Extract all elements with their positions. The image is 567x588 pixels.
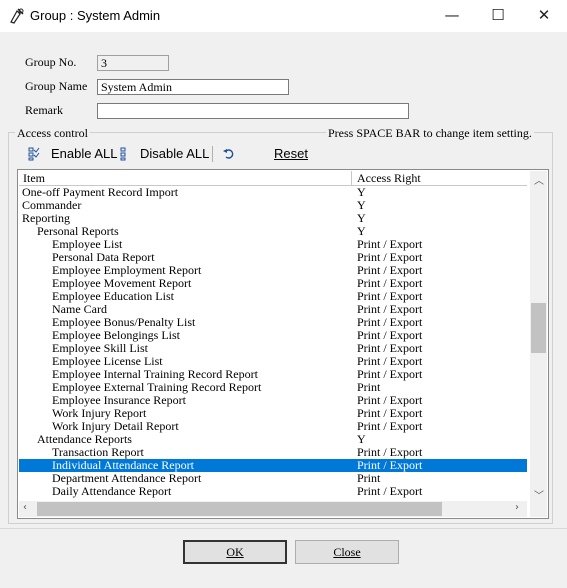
column-divider[interactable] <box>351 171 352 185</box>
enable-all-icon <box>28 147 40 161</box>
close-button[interactable]: Close <box>295 540 399 564</box>
group-name-field[interactable]: System Admin <box>97 79 289 95</box>
scroll-right-icon[interactable]: › <box>515 502 519 513</box>
scroll-left-icon[interactable]: ‹ <box>23 502 27 513</box>
scrollbar-corner <box>530 501 547 517</box>
list-row[interactable]: Daily Attendance Report Print / Export <box>19 485 527 498</box>
vertical-scrollbar[interactable]: ︿ ﹀ <box>530 171 547 502</box>
disable-all-label: Disable ALL <box>140 146 210 161</box>
column-header-item[interactable]: Item <box>23 171 45 185</box>
group-no-label: Group No. <box>25 55 77 69</box>
group-no-field[interactable]: 3 <box>97 55 169 71</box>
reset-button[interactable]: Reset <box>274 144 314 164</box>
undo-button[interactable] <box>220 144 240 164</box>
horizontal-scroll-thumb[interactable] <box>37 502 442 516</box>
minimize-button[interactable]: — <box>429 0 475 32</box>
list-header: Item Access Right <box>19 171 527 186</box>
group-name-label: Group Name <box>25 79 88 93</box>
undo-icon <box>223 149 234 159</box>
close-window-button[interactable]: ✕ <box>521 0 567 32</box>
enable-all-label: Enable ALL <box>51 146 118 161</box>
disable-all-icon <box>120 147 126 161</box>
ok-label: OK <box>226 545 244 559</box>
access-control-hint: Press SPACE BAR to change item setting. <box>326 126 534 141</box>
minimize-icon: — <box>444 6 460 24</box>
horizontal-scrollbar[interactable]: ‹ › <box>19 501 527 517</box>
toolbar-separator <box>212 146 213 162</box>
access-list[interactable]: Item Access Right One-off Payment Record… <box>17 169 549 519</box>
ok-button[interactable]: OK <box>183 540 287 564</box>
list-rows: One-off Payment Record Import Y Commander Y… <box>19 186 527 502</box>
row-access-right: Print / Export <box>357 419 423 433</box>
scroll-up-icon[interactable]: ︿ <box>534 172 544 187</box>
list-row[interactable]: One-off Payment Record Import Y <box>19 186 527 199</box>
scroll-down-icon[interactable]: ﹀ <box>534 487 544 502</box>
close-icon: ✕ <box>537 6 551 24</box>
remark-field[interactable] <box>97 103 409 119</box>
disable-all-button[interactable]: Disable ALL <box>120 144 210 164</box>
vertical-scroll-thumb[interactable] <box>531 303 546 353</box>
app-icon <box>10 8 24 24</box>
remark-label: Remark <box>25 103 63 117</box>
row-access-right: Print / Export <box>357 484 423 498</box>
maximize-icon: ☐ <box>491 6 505 24</box>
column-header-access[interactable]: Access Right <box>357 171 421 185</box>
row-item-name: Daily Attendance Report <box>52 484 172 498</box>
footer-divider <box>0 528 567 529</box>
title-bar: Group : System Admin — ☐ ✕ <box>0 0 567 32</box>
access-control-title: Access control <box>15 126 90 141</box>
enable-all-button[interactable]: Enable ALL <box>28 144 118 164</box>
list-row[interactable]: Commander Y <box>19 199 527 212</box>
window-title: Group : System Admin <box>30 8 161 23</box>
close-label: Close <box>333 545 361 559</box>
maximize-button[interactable]: ☐ <box>475 0 521 32</box>
